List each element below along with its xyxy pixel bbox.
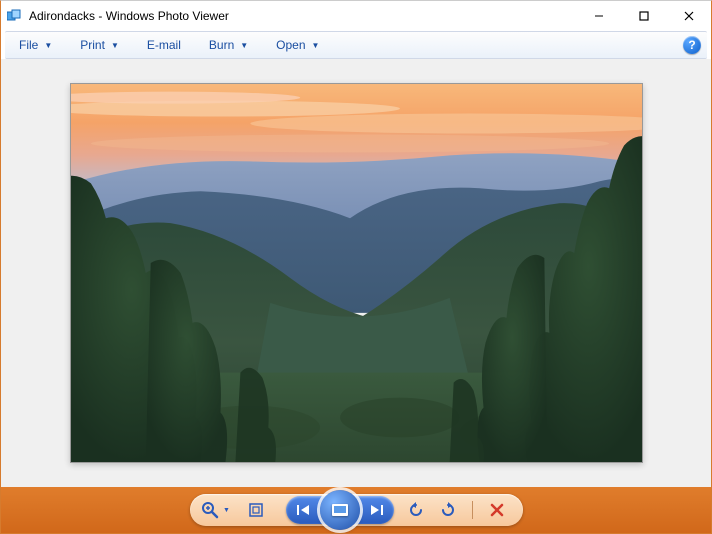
divider [472,501,473,519]
controls-pill: ▼ [190,494,523,526]
menu-open[interactable]: Open ▼ [268,34,327,56]
dropdown-caret-icon: ▼ [111,41,119,50]
fit-to-window-button[interactable] [240,496,272,524]
next-icon [369,503,385,517]
controls-bar: ▼ [1,487,711,533]
menu-burn-label: Burn [209,38,234,52]
minimize-button[interactable] [576,1,621,31]
fit-icon [248,502,264,518]
dropdown-caret-icon: ▼ [240,41,248,50]
rotate-right-icon [440,502,456,518]
previous-button[interactable] [286,496,320,524]
menubar: File ▼ Print ▼ E-mail Burn ▼ Open ▼ ? [5,31,707,59]
titlebar: Adirondacks - Windows Photo Viewer [1,1,711,31]
menu-print[interactable]: Print ▼ [72,34,127,56]
next-button[interactable] [360,496,394,524]
help-button[interactable]: ? [683,36,701,54]
slideshow-button[interactable] [320,490,360,530]
menu-burn[interactable]: Burn ▼ [201,34,256,56]
rotate-right-button[interactable] [432,496,464,524]
menu-file[interactable]: File ▼ [11,34,60,56]
dropdown-caret-icon: ▼ [44,41,52,50]
slideshow-icon [330,502,350,518]
previous-icon [295,503,311,517]
menu-file-label: File [19,38,38,52]
close-button[interactable] [666,1,711,31]
window-title: Adirondacks - Windows Photo Viewer [29,9,229,23]
rotate-left-button[interactable] [400,496,432,524]
zoom-in-icon [201,501,219,519]
delete-icon [490,503,504,517]
menu-email[interactable]: E-mail [139,34,189,56]
maximize-button[interactable] [621,1,666,31]
help-icon: ? [688,38,695,52]
rotate-left-icon [408,502,424,518]
nav-cluster [286,496,394,524]
menu-email-label: E-mail [147,38,181,52]
dropdown-caret-icon: ▼ [223,507,230,514]
zoom-button[interactable]: ▼ [200,496,232,524]
photo-viewer [1,59,711,487]
menu-open-label: Open [276,38,305,52]
menu-print-label: Print [80,38,105,52]
delete-button[interactable] [481,496,513,524]
app-icon [7,8,23,24]
dropdown-caret-icon: ▼ [312,41,320,50]
photo-image [70,83,643,463]
